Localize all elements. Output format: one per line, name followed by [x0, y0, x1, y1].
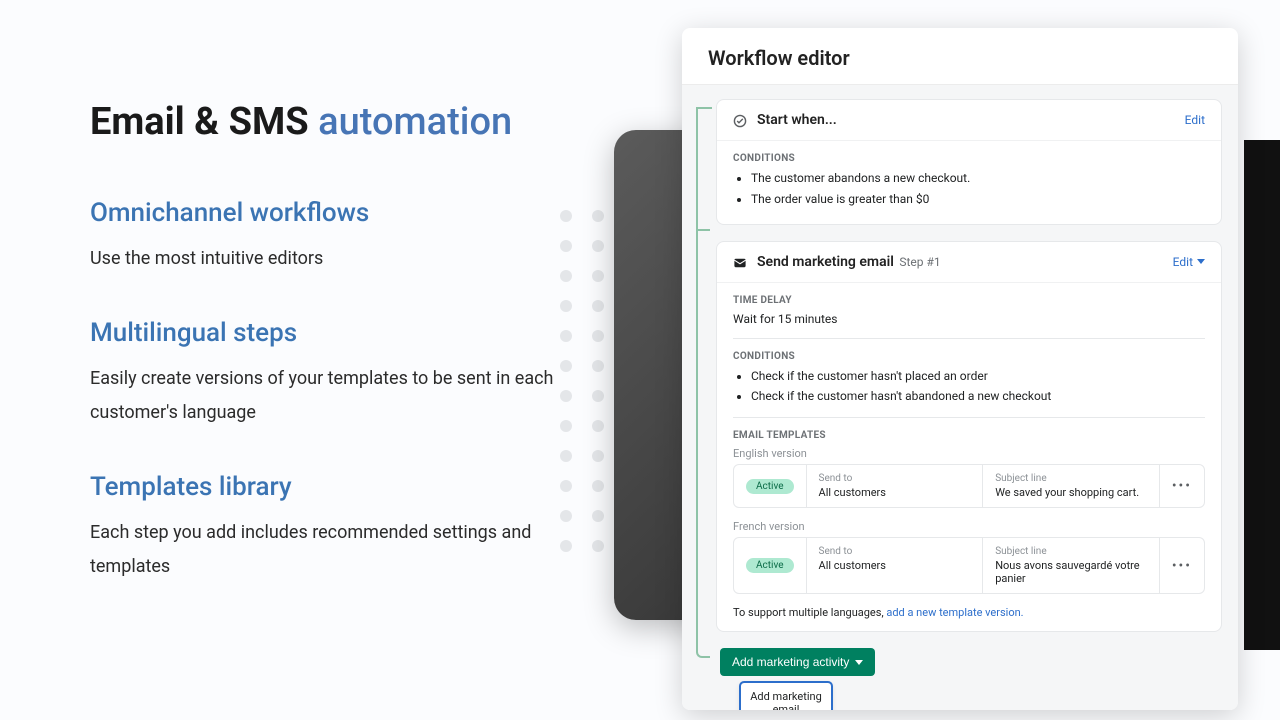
send-to-label: Send to — [819, 546, 971, 557]
send-to-value: All customers — [819, 486, 971, 499]
edit-start-button[interactable]: Edit — [1185, 113, 1205, 127]
divider — [733, 338, 1205, 339]
add-template-version-link[interactable]: add a new template version. — [886, 606, 1023, 619]
conditions-label: CONDITIONS — [733, 351, 1205, 362]
subject-label: Subject line — [995, 473, 1147, 484]
feature-templates-library: Templates library Each step you add incl… — [90, 472, 570, 584]
template-row-english[interactable]: Active Send to All customers Subject lin… — [733, 464, 1205, 508]
send-to-label: Send to — [819, 473, 971, 484]
time-delay-label: TIME DELAY — [733, 295, 1205, 306]
flow-connector-line — [696, 229, 710, 231]
feature-body: Easily create versions of your templates… — [90, 362, 570, 430]
feature-body: Use the most intuitive editors — [90, 242, 570, 276]
template-more-button[interactable]: ••• — [1159, 538, 1204, 593]
email-templates-label: EMAIL TEMPLATES — [733, 430, 1205, 441]
step-card-title: Send marketing email Step #1 — [757, 254, 941, 270]
template-more-button[interactable]: ••• — [1159, 465, 1204, 507]
workflow-step-card[interactable]: Send marketing email Step #1 Edit TIME D… — [716, 241, 1222, 633]
edit-step-button[interactable]: Edit — [1173, 255, 1205, 269]
template-row-french[interactable]: Active Send to All customers Subject lin… — [733, 537, 1205, 594]
title-main: Email & SMS — [90, 100, 309, 144]
workflow-editor-panel: Workflow editor Start when... Edit CONDI… — [682, 28, 1238, 710]
email-icon — [733, 255, 747, 269]
page-title: Email & SMS automation — [90, 100, 570, 146]
add-marketing-email-option[interactable]: Add marketing email — [741, 683, 831, 710]
start-conditions-list: The customer abandons a new checkout. Th… — [733, 170, 1205, 208]
feature-multilingual: Multilingual steps Easily create version… — [90, 318, 570, 430]
marketing-copy: Email & SMS automation Omnichannel workf… — [90, 100, 570, 585]
template-version-label: English version — [733, 447, 1205, 460]
subject-value: We saved your shopping cart. — [995, 486, 1147, 499]
status-badge: Active — [746, 558, 794, 573]
start-card-title: Start when... — [757, 112, 837, 128]
condition-item: The customer abandons a new checkout. — [751, 170, 1205, 187]
add-activity-menu: Add marketing email Add marketing SMS — [740, 682, 832, 710]
add-marketing-activity-button[interactable]: Add marketing activity — [720, 648, 875, 676]
condition-item: Check if the customer hasn't abandoned a… — [751, 388, 1205, 405]
send-to-value: All customers — [819, 559, 971, 572]
subject-label: Subject line — [995, 546, 1147, 557]
divider — [733, 417, 1205, 418]
feature-body: Each step you add includes recommended s… — [90, 516, 570, 584]
feature-heading: Templates library — [90, 472, 570, 502]
chevron-down-icon — [855, 660, 863, 665]
flow-connector-line — [696, 107, 710, 658]
status-badge: Active — [746, 479, 794, 494]
decorative-dot-grid — [560, 210, 610, 570]
decorative-edge-strip — [1244, 140, 1280, 650]
time-delay-value: Wait for 15 minutes — [733, 312, 1205, 326]
condition-item: The order value is greater than $0 — [751, 191, 1205, 208]
workflow-start-card[interactable]: Start when... Edit CONDITIONS The custom… — [716, 99, 1222, 225]
subject-value: Nous avons sauvegardé votre panier — [995, 559, 1147, 585]
condition-item: Check if the customer hasn't placed an o… — [751, 368, 1205, 385]
check-circle-icon — [733, 113, 747, 127]
conditions-label: CONDITIONS — [733, 153, 1205, 164]
template-version-label: French version — [733, 520, 1205, 533]
multilingual-hint: To support multiple languages, add a new… — [733, 606, 1205, 619]
chevron-down-icon — [1197, 259, 1205, 264]
step-conditions-list: Check if the customer hasn't placed an o… — [733, 368, 1205, 406]
step-number-tag: Step #1 — [899, 255, 940, 269]
workflow-editor-title: Workflow editor — [682, 28, 1238, 85]
feature-heading: Multilingual steps — [90, 318, 570, 348]
more-horizontal-icon: ••• — [1172, 558, 1192, 574]
feature-omnichannel: Omnichannel workflows Use the most intui… — [90, 198, 570, 276]
title-accent: automation — [318, 100, 512, 144]
feature-heading: Omnichannel workflows — [90, 198, 570, 228]
more-horizontal-icon: ••• — [1172, 478, 1192, 494]
